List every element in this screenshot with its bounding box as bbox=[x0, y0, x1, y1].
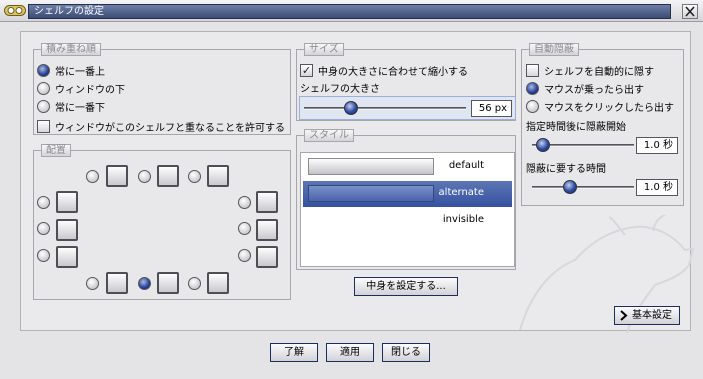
chevron-right-icon bbox=[620, 310, 628, 321]
hide-duration-label: 隠蔽に要する時間 bbox=[526, 164, 606, 175]
show-on-hover-option[interactable]: マウスが乗ったら出す bbox=[526, 80, 644, 96]
placement-radio-right-top[interactable] bbox=[238, 196, 251, 209]
placement-preview-left-bottom bbox=[56, 246, 78, 268]
stacking-option-below-windows[interactable]: ウィンドウの下 bbox=[37, 80, 125, 96]
allow-overlap-label: ウィンドウがこのシェルフと重なることを許可する bbox=[55, 122, 285, 134]
hide-delay-value[interactable]: 1.0 秒 bbox=[636, 137, 678, 154]
placement-preview-right-bottom bbox=[256, 246, 278, 268]
fit-contents-label: 中身の大きさに合わせて縮小する bbox=[318, 66, 468, 78]
configure-contents-button[interactable]: 中身を設定する... bbox=[354, 277, 458, 296]
hide-duration-slider-track bbox=[532, 186, 634, 189]
style-preview-alternate bbox=[308, 185, 434, 202]
placement-radio-right-center[interactable] bbox=[238, 222, 251, 235]
placement-radio-bottom-right[interactable] bbox=[188, 277, 201, 290]
stacking-radio-below-windows[interactable] bbox=[37, 81, 50, 95]
placement-preview-bottom-right bbox=[207, 272, 229, 294]
stacking-radio-bottom[interactable] bbox=[37, 99, 50, 113]
basic-settings-label: 基本設定 bbox=[632, 310, 672, 321]
stacking-option-label: 常に一番上 bbox=[55, 66, 105, 78]
style-list: default alternate invisible bbox=[300, 152, 515, 267]
placement-radio-right-bottom[interactable] bbox=[238, 249, 251, 262]
hide-delay-label: 指定時間後に隠蔽開始 bbox=[526, 122, 626, 133]
autohide-legend: 自動隠蔽 bbox=[529, 43, 579, 56]
autohide-label: シェルフを自動的に隠す bbox=[544, 66, 654, 78]
placement-radio-bottom-left[interactable] bbox=[86, 277, 99, 290]
hide-delay-slider-knob[interactable] bbox=[536, 138, 551, 152]
hide-duration-value[interactable]: 1.0 秒 bbox=[636, 179, 678, 196]
show-on-click-radio[interactable] bbox=[526, 99, 539, 113]
basic-settings-button[interactable]: 基本設定 bbox=[614, 306, 680, 325]
show-option-label: マウスが乗ったら出す bbox=[544, 84, 644, 96]
title-bar[interactable]: シェルフの設定 bbox=[0, 0, 703, 22]
placement-radio-left-bottom[interactable] bbox=[37, 249, 50, 262]
shelf-size-slider[interactable]: 56 px bbox=[299, 96, 516, 120]
style-legend: スタイル bbox=[304, 129, 354, 142]
shelf-size-value[interactable]: 56 px bbox=[471, 100, 512, 117]
placement-preview-bottom-left bbox=[106, 272, 128, 294]
shelf-app-icon[interactable] bbox=[4, 4, 26, 17]
placement-radio-left-center[interactable] bbox=[37, 222, 50, 235]
stacking-option-label: ウィンドウの下 bbox=[55, 84, 125, 96]
show-option-label: マウスをクリックしたら出す bbox=[544, 102, 674, 114]
placement-preview-left-top bbox=[56, 191, 78, 213]
style-item-alternate[interactable]: alternate bbox=[303, 181, 512, 207]
fit-contents-checkbox[interactable]: ✓ bbox=[300, 63, 313, 77]
placement-preview-top-center bbox=[157, 165, 179, 187]
close-button[interactable] bbox=[682, 4, 698, 19]
placement-radio-left-top[interactable] bbox=[37, 196, 50, 209]
hide-delay-slider[interactable]: 1.0 秒 bbox=[526, 134, 680, 158]
hide-duration-slider[interactable]: 1.0 秒 bbox=[526, 176, 680, 200]
stacking-legend: 積み重ね順 bbox=[41, 43, 101, 56]
close-dialog-button[interactable]: 閉じる bbox=[382, 343, 430, 362]
style-preview-default bbox=[308, 158, 434, 175]
placement-preview-right-center bbox=[256, 219, 278, 241]
style-item-default[interactable]: default bbox=[303, 154, 512, 180]
stacking-option-bottom[interactable]: 常に一番下 bbox=[37, 98, 105, 114]
stacking-option-label: 常に一番下 bbox=[55, 102, 105, 114]
style-item-invisible[interactable]: invisible bbox=[303, 208, 512, 234]
style-item-label: invisible bbox=[442, 214, 484, 225]
stacking-option-top[interactable]: 常に一番上 bbox=[37, 62, 105, 78]
shelf-size-label: シェルフの大きさ bbox=[300, 84, 380, 95]
placement-preview-right-top bbox=[256, 191, 278, 213]
show-on-hover-radio[interactable] bbox=[526, 81, 539, 95]
allow-overlap-checkbox[interactable] bbox=[37, 119, 50, 133]
placement-preview-top-right bbox=[207, 165, 229, 187]
shelf-size-slider-track bbox=[304, 107, 466, 110]
placement-radio-bottom-center[interactable] bbox=[138, 277, 151, 290]
show-on-click-option[interactable]: マウスをクリックしたら出す bbox=[526, 98, 674, 114]
placement-preview-top-left bbox=[106, 165, 128, 187]
placement-legend: 配置 bbox=[41, 144, 71, 157]
autohide-option[interactable]: シェルフを自動的に隠す bbox=[526, 62, 654, 78]
hide-duration-slider-knob[interactable] bbox=[562, 180, 577, 194]
size-legend: サイズ bbox=[304, 43, 344, 56]
placement-radio-top-left[interactable] bbox=[86, 170, 99, 183]
style-item-label: alternate bbox=[438, 187, 484, 198]
ok-button[interactable]: 了解 bbox=[270, 343, 318, 362]
placement-preview-left-center bbox=[56, 219, 78, 241]
shelf-size-slider-knob[interactable] bbox=[343, 101, 358, 115]
window-title: シェルフの設定 bbox=[28, 4, 671, 19]
placement-radio-top-right[interactable] bbox=[188, 170, 201, 183]
stacking-radio-top[interactable] bbox=[37, 63, 50, 77]
close-icon bbox=[685, 6, 695, 17]
style-item-label: default bbox=[448, 160, 484, 171]
apply-button[interactable]: 適用 bbox=[326, 343, 374, 362]
allow-overlap-option[interactable]: ウィンドウがこのシェルフと重なることを許可する bbox=[37, 118, 285, 134]
placement-radio-top-center[interactable] bbox=[138, 170, 151, 183]
autohide-checkbox[interactable] bbox=[526, 63, 539, 77]
placement-preview-bottom-center bbox=[157, 272, 179, 294]
fit-contents-option[interactable]: ✓ 中身の大きさに合わせて縮小する bbox=[300, 62, 468, 78]
